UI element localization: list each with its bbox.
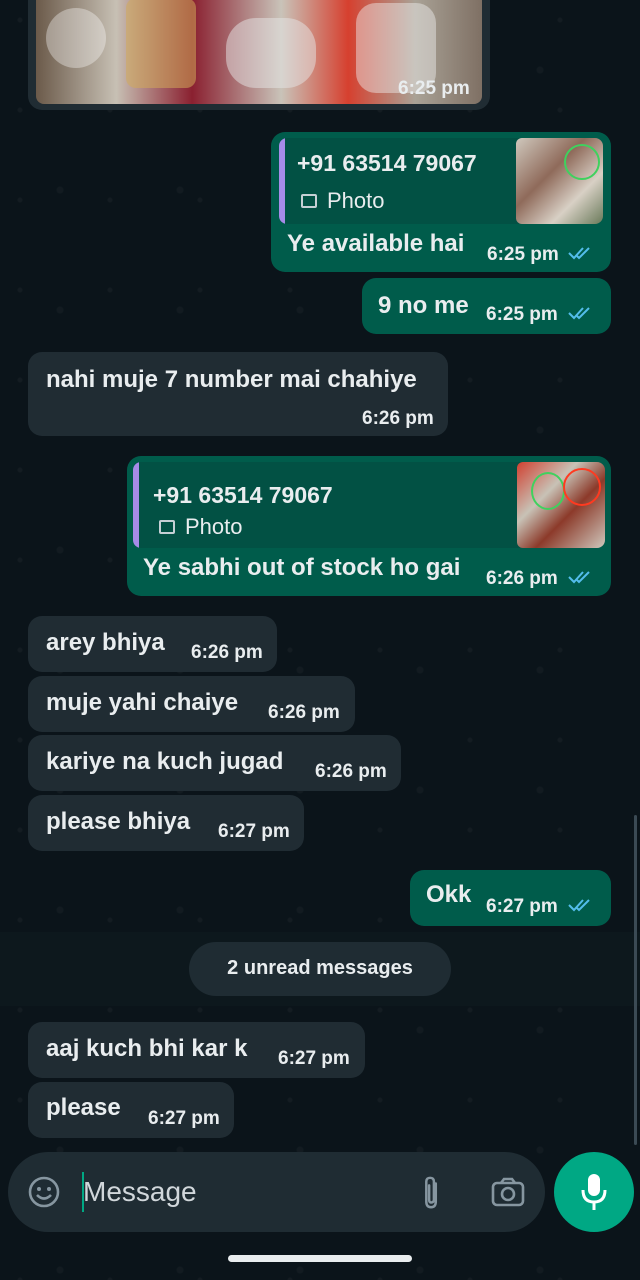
message-text: please bhiya [46, 808, 191, 835]
message-time: 6:27 pm [148, 1108, 220, 1129]
quoted-message[interactable]: +91 63514 79067 Photo [133, 462, 605, 548]
message-input[interactable]: Message [83, 1176, 197, 1208]
message-time: 6:26 pm [191, 642, 263, 663]
message-time: 6:27 pm [218, 821, 290, 842]
incoming-message[interactable]: please bhiya 6:27 pm [28, 795, 304, 851]
quote-bar [133, 462, 139, 548]
message-text: kariye na kuch jugad [46, 748, 284, 775]
incoming-message[interactable]: please 6:27 pm [28, 1082, 234, 1138]
quoted-sender: +91 63514 79067 [297, 150, 477, 176]
photo-icon [301, 194, 317, 208]
message-time: 6:25 pm [487, 244, 559, 265]
message-time: 6:25 pm [486, 304, 558, 325]
home-indicator[interactable] [228, 1255, 412, 1262]
outgoing-message[interactable]: 9 no me 6:25 pm [362, 278, 611, 334]
message-time: 6:26 pm [486, 568, 558, 589]
message-text: please [46, 1094, 121, 1121]
read-ticks-icon [568, 571, 590, 584]
incoming-message[interactable]: nahi muje 7 number mai chahiye 6:26 pm [28, 352, 448, 436]
incoming-message[interactable]: aaj kuch bhi kar k 6:27 pm [28, 1022, 365, 1078]
unread-badge: 2 unread messages [189, 942, 451, 996]
message-text: arey bhiya [46, 629, 165, 656]
incoming-image-message[interactable]: 6:25 pm [28, 0, 490, 110]
quoted-message[interactable]: +91 63514 79067 Photo [279, 138, 603, 224]
unread-label: 2 unread messages [227, 957, 413, 979]
mic-icon [581, 1174, 607, 1210]
quoted-thumbnail [517, 462, 605, 548]
incoming-message[interactable]: arey bhiya 6:26 pm [28, 616, 277, 672]
message-text: Ye available hai [287, 230, 465, 257]
message-text: aaj kuch bhi kar k [46, 1035, 248, 1062]
voice-record-button[interactable] [554, 1152, 634, 1232]
message-text: Ye sabhi out of stock ho gai [143, 554, 461, 581]
outgoing-message[interactable]: +91 63514 79067 Photo Ye available hai 6… [271, 132, 611, 272]
read-ticks-icon [568, 247, 590, 260]
message-time: 6:26 pm [268, 702, 340, 723]
quoted-thumbnail [516, 138, 603, 224]
quoted-sender: +91 63514 79067 [153, 482, 333, 508]
quoted-type: Photo [185, 514, 243, 539]
scrollbar[interactable] [634, 815, 637, 1145]
quoted-type: Photo [327, 188, 385, 213]
paperclip-icon[interactable] [420, 1174, 444, 1212]
message-text: nahi muje 7 number mai chahiye [46, 366, 417, 393]
read-ticks-icon [568, 899, 590, 912]
message-time: 6:26 pm [315, 761, 387, 782]
quote-bar [279, 138, 285, 224]
read-ticks-icon [568, 307, 590, 320]
outgoing-message[interactable]: Okk 6:27 pm [410, 870, 611, 926]
camera-icon[interactable] [491, 1177, 525, 1207]
emoji-icon[interactable] [27, 1175, 61, 1209]
incoming-message[interactable]: kariye na kuch jugad 6:26 pm [28, 735, 401, 791]
message-time: 6:25 pm [398, 78, 470, 99]
message-time: 6:26 pm [362, 408, 434, 429]
message-time: 6:27 pm [486, 896, 558, 917]
message-time: 6:27 pm [278, 1048, 350, 1069]
message-text: 9 no me [378, 292, 469, 319]
message-composer[interactable]: Message [8, 1152, 545, 1232]
message-text: Okk [426, 881, 472, 908]
message-text: muje yahi chaiye [46, 689, 239, 716]
incoming-message[interactable]: muje yahi chaiye 6:26 pm [28, 676, 355, 732]
outgoing-message[interactable]: +91 63514 79067 Photo Ye sabhi out of st… [127, 456, 611, 596]
photo-icon [159, 520, 175, 534]
